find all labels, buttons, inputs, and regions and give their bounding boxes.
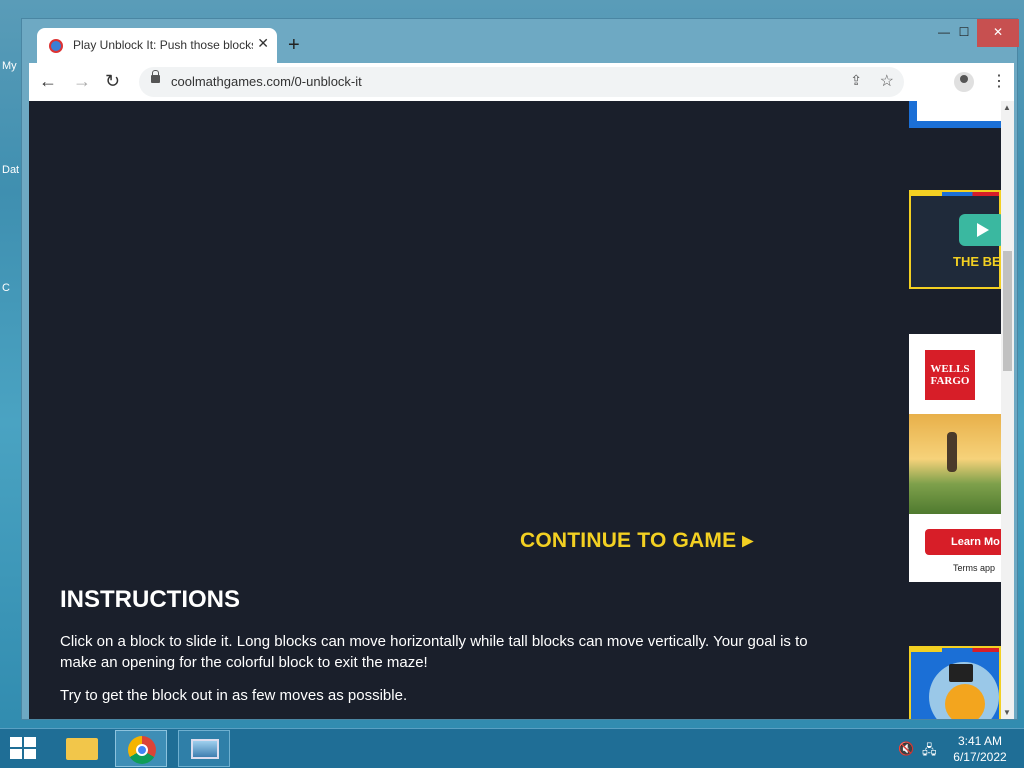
ad-color-bar (911, 192, 999, 196)
folder-icon (66, 738, 98, 760)
ad-color-bar (911, 648, 999, 652)
page-scrollbar[interactable]: ▲ ▼ (1001, 101, 1014, 719)
wf-logo-line2: FARGO (930, 375, 970, 387)
wells-fargo-logo: WELLS FARGO (925, 350, 975, 400)
clock-date: 6/17/2022 (953, 750, 1007, 764)
ad-banner-top[interactable] (909, 101, 1001, 128)
tab-unblock-it[interactable]: Play Unblock It: Push those blocks ✕ (37, 28, 277, 63)
menu-icon[interactable]: ⋮ (991, 71, 1007, 91)
volume-muted-icon[interactable]: 🔇 (898, 741, 914, 757)
play-icon[interactable] (959, 214, 1005, 246)
ad-person-figure (947, 432, 957, 472)
tab-close-icon[interactable]: ✕ (257, 35, 269, 52)
scroll-up-arrow-icon[interactable]: ▲ (1003, 103, 1011, 112)
back-button[interactable]: ← (39, 71, 57, 91)
start-button[interactable] (10, 737, 38, 761)
lock-icon[interactable] (151, 70, 160, 83)
wf-logo-line1: WELLS (930, 363, 970, 375)
windows-logo-pane (24, 737, 36, 747)
windows-logo-pane (24, 749, 36, 759)
coolmath-favicon-icon (49, 39, 63, 53)
profile-icon[interactable] (954, 72, 974, 92)
close-window-button[interactable]: ✕ (977, 19, 1019, 47)
ad-character[interactable] (909, 646, 1001, 719)
scrollbar-thumb[interactable] (1003, 251, 1012, 371)
chrome-icon (128, 736, 156, 764)
reload-button[interactable]: ↻ (105, 71, 120, 91)
desktop-label-c[interactable]: C (2, 282, 10, 294)
photo-viewer-icon (191, 739, 219, 759)
new-tab-button[interactable]: + (288, 35, 300, 55)
forward-button[interactable]: → (73, 71, 91, 91)
instructions-paragraph-2: Try to get the block out in as few moves… (60, 687, 408, 704)
continue-to-game-button[interactable]: CONTINUE TO GAME ▸ (520, 528, 753, 553)
terms-text[interactable]: Terms app (953, 563, 995, 573)
tab-strip: Play Unblock It: Push those blocks ✕ + —… (22, 19, 1019, 63)
network-icon[interactable]: 🖧 (922, 741, 937, 763)
windows-logo-pane (10, 749, 22, 759)
browser-window: Play Unblock It: Push those blocks ✕ + —… (21, 18, 1019, 720)
clock-time: 3:41 AM (957, 734, 1003, 748)
maximize-button[interactable]: ☐ (950, 19, 978, 47)
instructions-heading: INSTRUCTIONS (60, 586, 240, 613)
desktop-label-my[interactable]: My (2, 60, 17, 72)
bookmark-star-icon[interactable]: ☆ (880, 71, 894, 91)
clock[interactable]: 3:41 AM 6/17/2022 (946, 733, 1014, 765)
browser-toolbar: ← → ↻ coolmathgames.com/0-unblock-it ⇪ ☆… (29, 63, 1014, 101)
desktop-icons: My Dat C (0, 0, 22, 720)
ad-video-text: THE BE (953, 254, 1001, 269)
ad-wells-fargo[interactable]: WELLS FARGO Learn Mo Terms app (909, 334, 1001, 582)
instructions-paragraph-1: Click on a block to slide it. Long block… (60, 633, 808, 671)
tab-title: Play Unblock It: Push those blocks (73, 38, 253, 52)
learn-more-button[interactable]: Learn Mo (925, 529, 1001, 555)
chrome-taskbar-button[interactable] (115, 730, 167, 767)
taskbar: 🔇 🖧 3:41 AM 6/17/2022 (0, 728, 1024, 768)
ad-video[interactable]: THE BE (909, 190, 1005, 289)
share-icon[interactable]: ⇪ (850, 72, 862, 89)
photos-taskbar-button[interactable] (178, 730, 230, 767)
ad-photo (909, 414, 1001, 514)
desktop-label-dat[interactable]: Dat (2, 164, 19, 176)
ad-column: THE BE WELLS FARGO Learn Mo Terms app (909, 101, 1005, 719)
url-text[interactable]: coolmathgames.com/0-unblock-it (171, 74, 362, 89)
top-hat-icon (949, 664, 973, 682)
address-bar[interactable]: coolmathgames.com/0-unblock-it ⇪ ☆ (139, 67, 904, 97)
file-explorer-taskbar-button[interactable] (56, 730, 108, 767)
scroll-down-arrow-icon[interactable]: ▼ (1003, 708, 1011, 717)
windows-logo-pane (10, 737, 22, 747)
page-viewport: CONTINUE TO GAME ▸ INSTRUCTIONS Click on… (29, 101, 1014, 719)
